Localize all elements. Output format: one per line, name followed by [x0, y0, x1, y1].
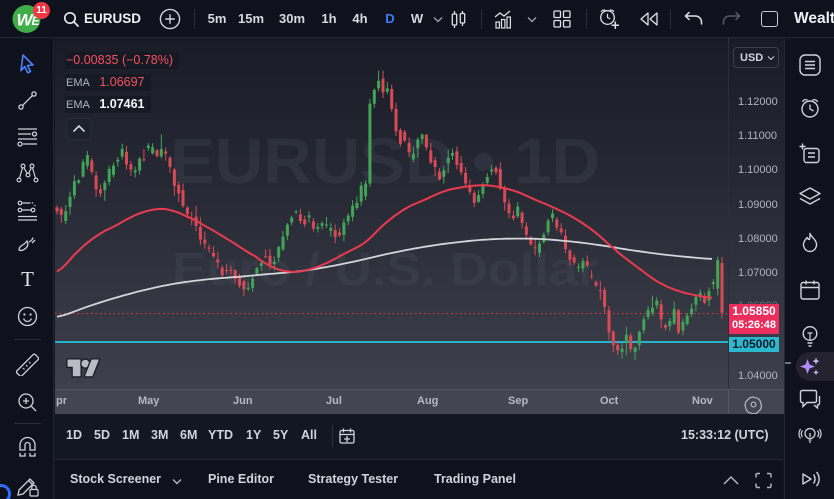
- svg-text:EURUSD • 1D: EURUSD • 1D: [170, 125, 600, 197]
- svg-text:Euro / U.S. Dollar: Euro / U.S. Dollar: [172, 243, 598, 295]
